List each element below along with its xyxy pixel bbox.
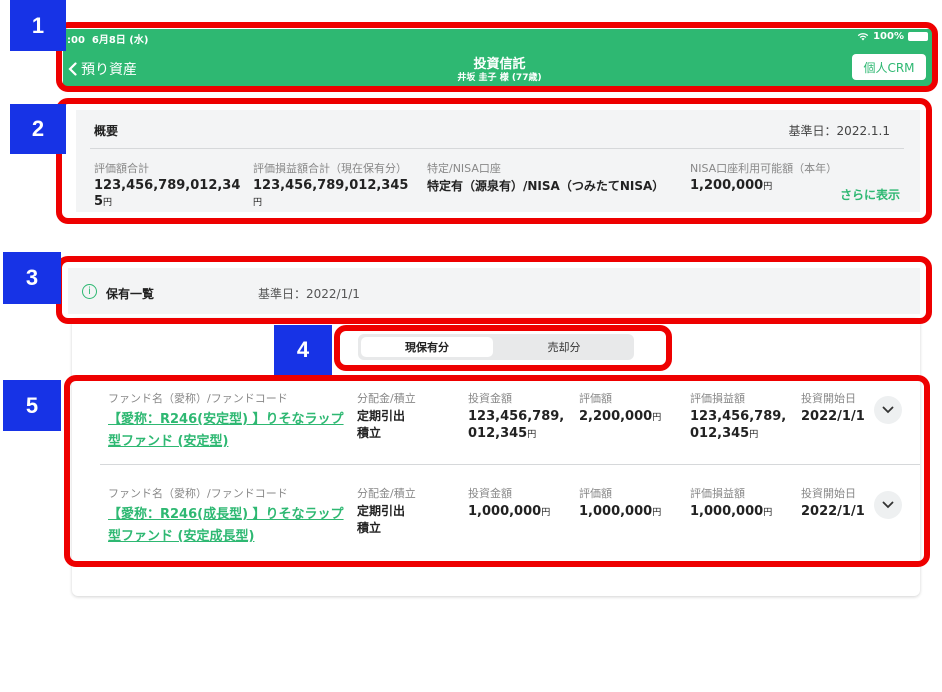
col-start-label: 投資開始日 xyxy=(801,487,856,500)
annotation-label: 2 xyxy=(10,104,66,154)
col-start-label: 投資開始日 xyxy=(801,392,856,405)
annotation-label: 4 xyxy=(274,325,332,375)
nisa-available-label: NISA口座利用可能額（本年） xyxy=(690,162,838,175)
wifi-icon xyxy=(857,33,869,41)
col-valuation-label: 評価額 xyxy=(579,487,612,500)
annotation-label: 1 xyxy=(10,0,66,51)
status-time: :00 6月8日 (水) xyxy=(67,35,149,46)
annotation-label: 3 xyxy=(3,252,61,304)
fund-name-link[interactable]: 【愛称：R246(安定型) 】りそなラップ 型ファンド (安定型) xyxy=(108,409,358,453)
holdings-header: i 保有一覧 基準日：2022/1/1 xyxy=(68,268,920,314)
investment-value: 123,456,789, 012,345円 xyxy=(468,409,565,441)
info-icon[interactable]: i xyxy=(82,284,97,299)
total-pnl: 123,456,789,012,345 円 xyxy=(253,178,409,208)
total-value-label: 評価額合計 xyxy=(94,162,149,175)
holdings-date: 基準日：2022/1/1 xyxy=(258,287,360,301)
start-value: 2022/1/1 xyxy=(801,409,865,424)
pnl-value: 123,456,789, 012,345円 xyxy=(690,409,787,441)
chevron-down-icon xyxy=(882,501,894,509)
holdings-title: 保有一覧 xyxy=(106,287,155,301)
col-pnl-label: 評価損益額 xyxy=(690,487,745,500)
overview-date: 基準日：2022.1.1 xyxy=(788,124,890,138)
pnl-value: 1,000,000円 xyxy=(690,504,773,519)
total-value: 123,456,789,012,34 5円 xyxy=(94,178,241,209)
col-pnl-label: 評価損益額 xyxy=(690,392,745,405)
expand-button[interactable] xyxy=(874,396,902,424)
status-indicators: 100% xyxy=(857,31,928,42)
account-type-label: 特定/NISA口座 xyxy=(427,162,501,175)
overview-title: 概要 xyxy=(94,124,119,138)
battery-percent: 100% xyxy=(873,31,904,42)
battery-icon xyxy=(908,32,928,41)
divider xyxy=(90,148,904,149)
col-investment-label: 投資金額 xyxy=(468,392,512,405)
chevron-down-icon xyxy=(882,406,894,414)
holdings-segment: 現保有分 売却分 xyxy=(358,334,634,360)
expand-button[interactable] xyxy=(874,491,902,519)
tab-sold[interactable]: 売却分 xyxy=(498,337,630,357)
col-investment-label: 投資金額 xyxy=(468,487,512,500)
distribution-value: 定期引出 積立 xyxy=(357,504,406,535)
col-fund-label: ファンド名（愛称）/ファンドコード xyxy=(108,487,288,500)
distribution-value: 定期引出 積立 xyxy=(357,409,406,440)
row-divider xyxy=(100,464,920,465)
valuation-value: 2,200,000円 xyxy=(579,409,662,424)
app-header: :00 6月8日 (水) 100% 預り資産 投資信託 井坂 圭子 様 (77歳… xyxy=(63,29,936,86)
col-distribution-label: 分配金/積立 xyxy=(357,392,416,405)
customer-name: 井坂 圭子 様 (77歳) xyxy=(457,73,542,83)
fund-name-link[interactable]: 【愛称：R246(成長型) 】りそなラップ 型ファンド (安定成長型) xyxy=(108,504,358,548)
col-valuation-label: 評価額 xyxy=(579,392,612,405)
investment-value: 1,000,000円 xyxy=(468,504,551,519)
col-distribution-label: 分配金/積立 xyxy=(357,487,416,500)
nisa-available: 1,200,000円 xyxy=(690,178,773,193)
overview-panel: 概要 基準日：2022.1.1 評価額合計 123,456,789,012,34… xyxy=(76,110,920,212)
total-pnl-label: 評価損益額合計（現在保有分） xyxy=(253,162,407,175)
tab-current-holdings[interactable]: 現保有分 xyxy=(361,337,493,357)
show-more-link[interactable]: さらに表示 xyxy=(840,186,900,203)
annotation-label: 5 xyxy=(3,380,61,431)
crm-button[interactable]: 個人CRM xyxy=(852,54,926,80)
start-value: 2022/1/1 xyxy=(801,504,865,519)
valuation-value: 1,000,000円 xyxy=(579,504,662,519)
col-fund-label: ファンド名（愛称）/ファンドコード xyxy=(108,392,288,405)
account-type: 特定有（源泉有）/NISA（つみたてNISA） xyxy=(427,179,665,193)
